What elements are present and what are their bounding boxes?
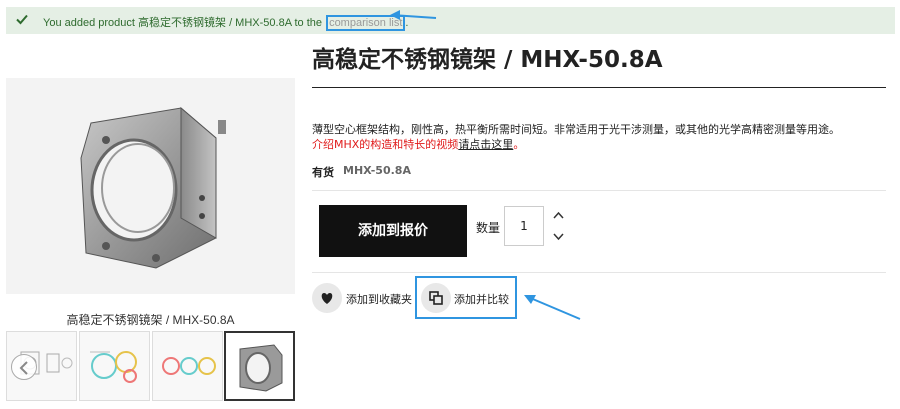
chevron-left-icon[interactable]: [11, 354, 37, 380]
quantity-input[interactable]: [504, 206, 544, 246]
divider: [312, 272, 886, 273]
product-sku: MHX-50.8A: [343, 164, 411, 177]
thumbnail-3[interactable]: [152, 331, 223, 401]
banner-message: You added product 高稳定不锈钢镜架 / MHX-50.8A t…: [43, 15, 409, 31]
compare-icon: [421, 283, 451, 313]
compare-label: 添加并比较: [454, 293, 509, 306]
video-link[interactable]: 请点击这里: [458, 138, 513, 151]
check-icon: [16, 14, 28, 25]
annotation-arrow: [390, 10, 437, 20]
add-to-wishlist-button[interactable]: 添加到收藏夹: [312, 281, 416, 314]
chevron-down-icon[interactable]: [550, 228, 567, 245]
annotation-arrow: [524, 295, 581, 320]
thumbnail-4[interactable]: [224, 331, 295, 401]
product-description: 薄型空心框架结构，刚性高，热平衡所需时间短。非常适用于光干涉测量，或其他的光学高…: [312, 123, 840, 136]
mirror-mount-image: [80, 106, 226, 269]
wishlist-label: 添加到收藏夹: [346, 293, 412, 306]
thumbnail-strip: [6, 331, 295, 401]
product-title: 高稳定不锈钢镜架 / MHX-50.8A: [312, 47, 663, 73]
add-to-compare-button[interactable]: 添加并比较: [415, 276, 517, 319]
chevron-up-icon[interactable]: [550, 207, 567, 224]
quantity-label: 数量: [476, 221, 501, 235]
success-banner: You added product 高稳定不锈钢镜架 / MHX-50.8A t…: [6, 7, 895, 34]
heart-icon: [312, 283, 342, 313]
product-main-image[interactable]: [6, 78, 295, 294]
stock-status: 有货: [312, 166, 334, 179]
thumbnail-2[interactable]: [79, 331, 150, 401]
divider: [312, 190, 886, 191]
title-divider: [312, 87, 886, 88]
product-caption: 高稳定不锈钢镜架 / MHX-50.8A: [66, 313, 235, 327]
add-to-quote-button[interactable]: 添加到报价: [319, 205, 467, 257]
thumbnail-1[interactable]: [6, 331, 77, 401]
video-link-line: 介绍MHX的构造和特长的视频请点击这里。: [312, 138, 525, 151]
